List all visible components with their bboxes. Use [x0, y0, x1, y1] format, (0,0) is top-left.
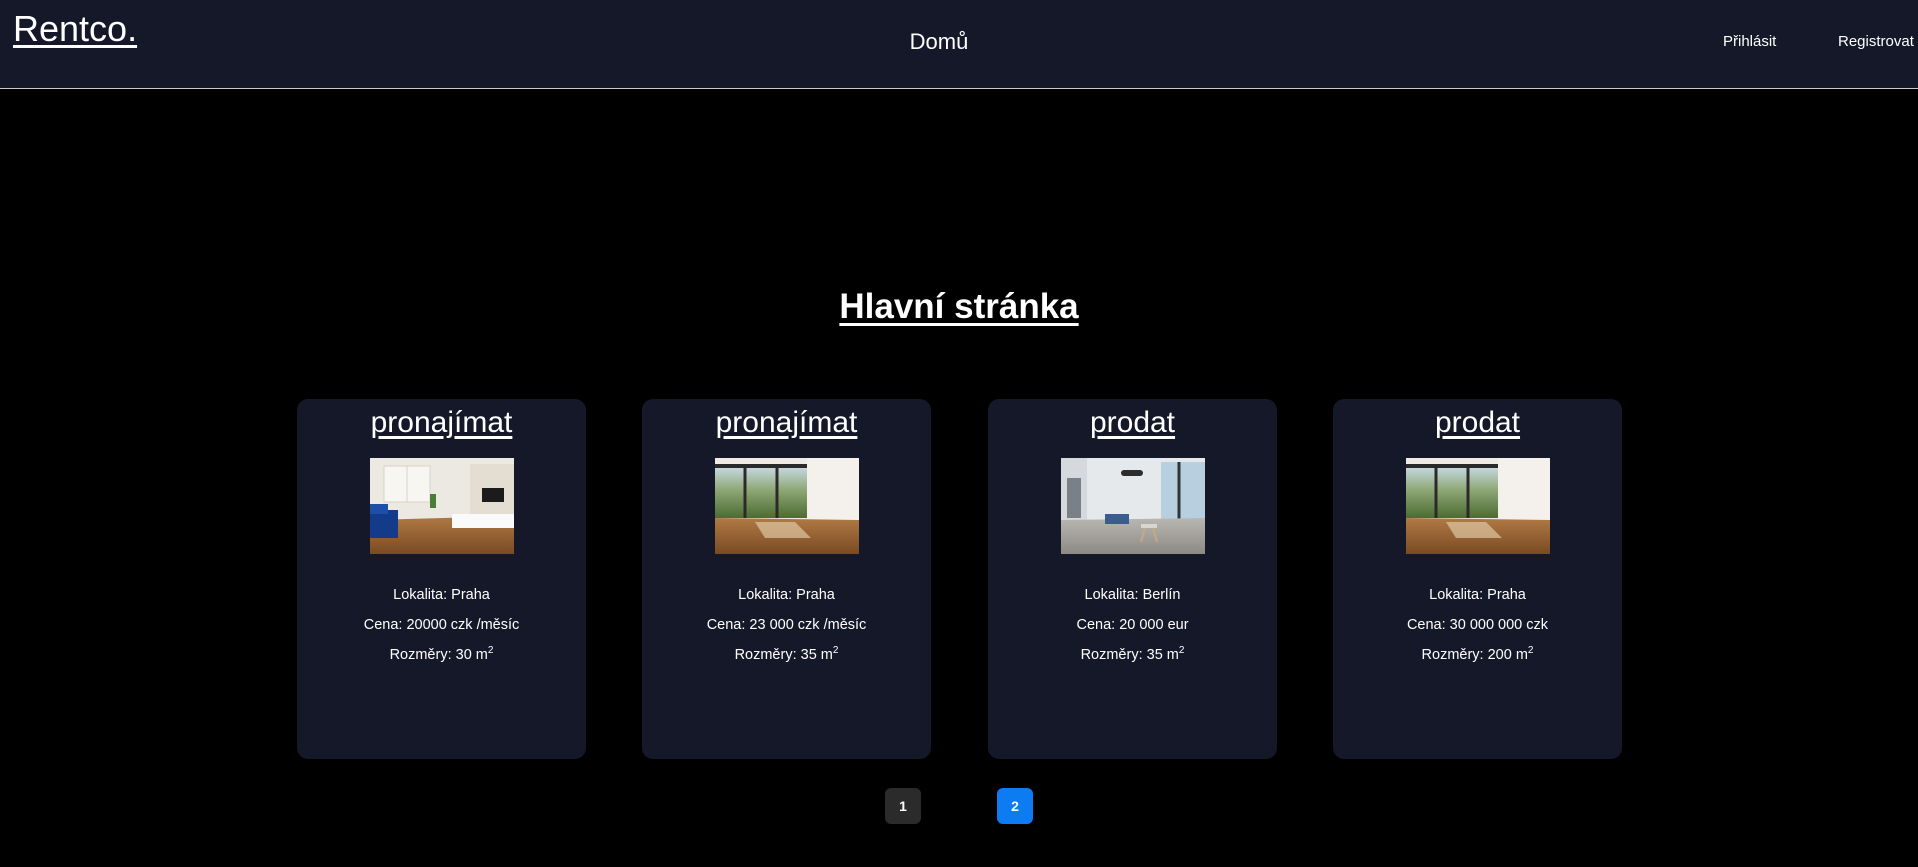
listing-details: Lokalita: Berlín Cena: 20 000 eur Rozměr… — [988, 580, 1277, 670]
login-link[interactable]: Přihlásit — [1723, 33, 1776, 50]
listing-photo[interactable] — [1405, 458, 1550, 554]
listing-details: Lokalita: Praha Cena: 30 000 000 czk Roz… — [1333, 580, 1622, 670]
listing-type-link[interactable]: prodat — [988, 406, 1277, 440]
listing-card: pronajímat Lokalita: Praha Cena: 23 000 … — [642, 399, 931, 759]
register-link[interactable]: Registrovat — [1838, 33, 1914, 50]
listing-details: Lokalita: Praha Cena: 20000 czk /měsíc R… — [297, 580, 586, 670]
listing-type-link[interactable]: prodat — [1333, 406, 1622, 440]
listing-card: prodat Lokalita: Praha Cena: 30 000 000 … — [1333, 399, 1622, 759]
listing-photo[interactable] — [1060, 458, 1205, 554]
page-title: Hlavní stránka — [839, 287, 1079, 326]
listing-location: Lokalita: Berlín — [1084, 587, 1181, 603]
listing-details: Lokalita: Praha Cena: 23 000 czk /měsíc … — [642, 580, 931, 670]
listing-location: Lokalita: Praha — [1429, 587, 1526, 603]
listing-price: Cena: 23 000 czk /měsíc — [706, 617, 867, 633]
page-button-1[interactable]: 1 — [885, 788, 921, 824]
listing-location: Lokalita: Praha — [393, 587, 490, 603]
listing-card: pronajímat Lokalita: Praha Cena: 20000 c… — [297, 399, 586, 759]
listing-type-link[interactable]: pronajímat — [642, 406, 931, 440]
listing-photo[interactable] — [369, 458, 514, 554]
listing-card: prodat Lokalita: Berlín Cena: 20 000 eur… — [988, 399, 1277, 759]
listing-photo[interactable] — [714, 458, 859, 554]
listing-type-link[interactable]: pronajímat — [297, 406, 586, 440]
listing-price: Cena: 30 000 000 czk — [1406, 617, 1549, 633]
nav-link-homes[interactable]: Domů — [0, 29, 1878, 55]
listing-size: Rozměry: 35 m2 — [1080, 645, 1185, 663]
listing-price: Cena: 20 000 eur — [1076, 617, 1189, 633]
listing-size: Rozměry: 200 m2 — [1421, 645, 1534, 663]
page-button-2-active[interactable]: 2 — [997, 788, 1033, 824]
listing-price: Cena: 20000 czk /měsíc — [363, 617, 520, 633]
listing-size: Rozměry: 30 m2 — [389, 645, 494, 663]
listing-location: Lokalita: Praha — [738, 587, 835, 603]
top-navbar: Rentco. Domů Přihlásit Registrovat — [0, 0, 1918, 89]
listing-size: Rozměry: 35 m2 — [734, 645, 839, 663]
